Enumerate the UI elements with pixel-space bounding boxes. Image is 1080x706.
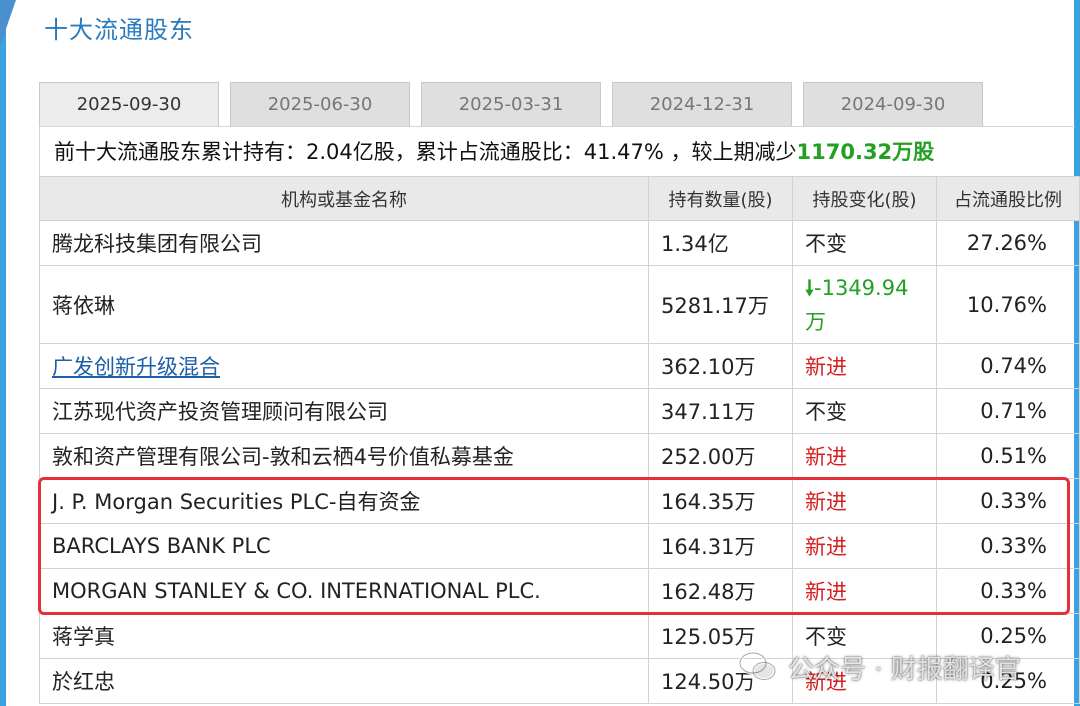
tab-2024-09-30[interactable]: 2024-09-30 [803, 82, 983, 126]
shareholders-table: 机构或基金名称 持有数量(股) 持股变化(股) 占流通股比例 腾龙科技集团有限公… [39, 176, 1080, 704]
header-pct: 占流通股比例 [936, 176, 1080, 221]
section-title: 十大流通股东 [44, 16, 194, 44]
table-row: 广发创新升级混合 362.10万 新进 0.74% [39, 343, 1080, 389]
tab-2025-03-31[interactable]: 2025-03-31 [421, 82, 601, 126]
wechat-watermark: 公众号 · 财报翻译官 [738, 642, 1021, 692]
down-arrow-icon: 🠗 [805, 275, 815, 300]
holder-change: 新进 [792, 523, 937, 569]
holder-name: 腾龙科技集团有限公司 [39, 220, 649, 266]
holder-change: 新进 [792, 433, 937, 479]
table-row: 蒋依琳 5281.17万 🠗-1349.94万 10.76% [39, 265, 1080, 344]
table-row: MORGAN STANLEY & CO. INTERNATIONAL PLC. … [39, 568, 1080, 614]
watermark-text: 公众号 · 财报翻译官 [788, 654, 1021, 685]
holder-qty: 162.48万 [648, 568, 793, 614]
tab-2024-12-31[interactable]: 2024-12-31 [612, 82, 792, 126]
holder-change: 不变 [792, 388, 937, 434]
holder-pct: 0.51% [936, 433, 1080, 479]
header-name: 机构或基金名称 [39, 176, 649, 221]
holder-change: 新进 [792, 568, 937, 614]
table-row: BARCLAYS BANK PLC 164.31万 新进 0.33% [39, 523, 1080, 569]
holder-name: BARCLAYS BANK PLC [39, 523, 649, 569]
holder-name: 蒋依琳 [39, 265, 649, 344]
header-change: 持股变化(股) [792, 176, 937, 221]
holder-change-cell: 🠗-1349.94万 [792, 265, 937, 344]
table-header-row: 机构或基金名称 持有数量(股) 持股变化(股) 占流通股比例 [39, 176, 1080, 221]
holder-pct: 10.76% [936, 265, 1080, 344]
holdings-summary: 前十大流通股东累计持有：2.04亿股，累计占流通股比：41.47% ，较上期减少… [39, 126, 1075, 176]
holder-pct: 0.33% [936, 568, 1080, 614]
holder-qty: 164.31万 [648, 523, 793, 569]
holder-qty: 362.10万 [648, 343, 793, 389]
holder-qty: 164.35万 [648, 478, 793, 524]
holder-qty: 347.11万 [648, 388, 793, 434]
holder-change: -1349.94万 [805, 275, 909, 334]
fund-link[interactable]: 广发创新升级混合 [52, 355, 220, 379]
tab-2025-09-30[interactable]: 2025-09-30 [39, 82, 219, 126]
holder-name: MORGAN STANLEY & CO. INTERNATIONAL PLC. [39, 568, 649, 614]
table-row: J. P. Morgan Securities PLC-自有资金 164.35万… [39, 478, 1080, 524]
table-row: 腾龙科技集团有限公司 1.34亿 不变 27.26% [39, 220, 1080, 266]
holder-pct: 27.26% [936, 220, 1080, 266]
holder-name: 敦和资产管理有限公司-敦和云栖4号价值私募基金 [39, 433, 649, 479]
holder-name: 蒋学真 [39, 613, 649, 659]
holder-name-cell: 广发创新升级混合 [39, 343, 649, 389]
holder-name: 於红忠 [39, 658, 649, 704]
holder-pct: 0.33% [936, 523, 1080, 569]
summary-text: 前十大流通股东累计持有：2.04亿股，累计占流通股比：41.47% ，较上期减少 [54, 140, 797, 164]
tab-2025-06-30[interactable]: 2025-06-30 [230, 82, 410, 126]
holder-qty: 5281.17万 [648, 265, 793, 344]
holder-change: 新进 [792, 478, 937, 524]
holder-change: 不变 [792, 220, 937, 266]
holder-pct: 0.74% [936, 343, 1080, 389]
wechat-icon [738, 649, 778, 685]
holder-change: 新进 [792, 343, 937, 389]
holder-pct: 0.71% [936, 388, 1080, 434]
summary-change: 1170.32万股 [796, 140, 935, 164]
corner-accent [0, 0, 16, 46]
table-row: 敦和资产管理有限公司-敦和云栖4号价值私募基金 252.00万 新进 0.51% [39, 433, 1080, 479]
header-qty: 持有数量(股) [648, 176, 793, 221]
holder-name: J. P. Morgan Securities PLC-自有资金 [39, 478, 649, 524]
table-row: 江苏现代资产投资管理顾问有限公司 347.11万 不变 0.71% [39, 388, 1080, 434]
holder-qty: 1.34亿 [648, 220, 793, 266]
holder-name: 江苏现代资产投资管理顾问有限公司 [39, 388, 649, 434]
holder-pct: 0.33% [936, 478, 1080, 524]
holder-qty: 252.00万 [648, 433, 793, 479]
